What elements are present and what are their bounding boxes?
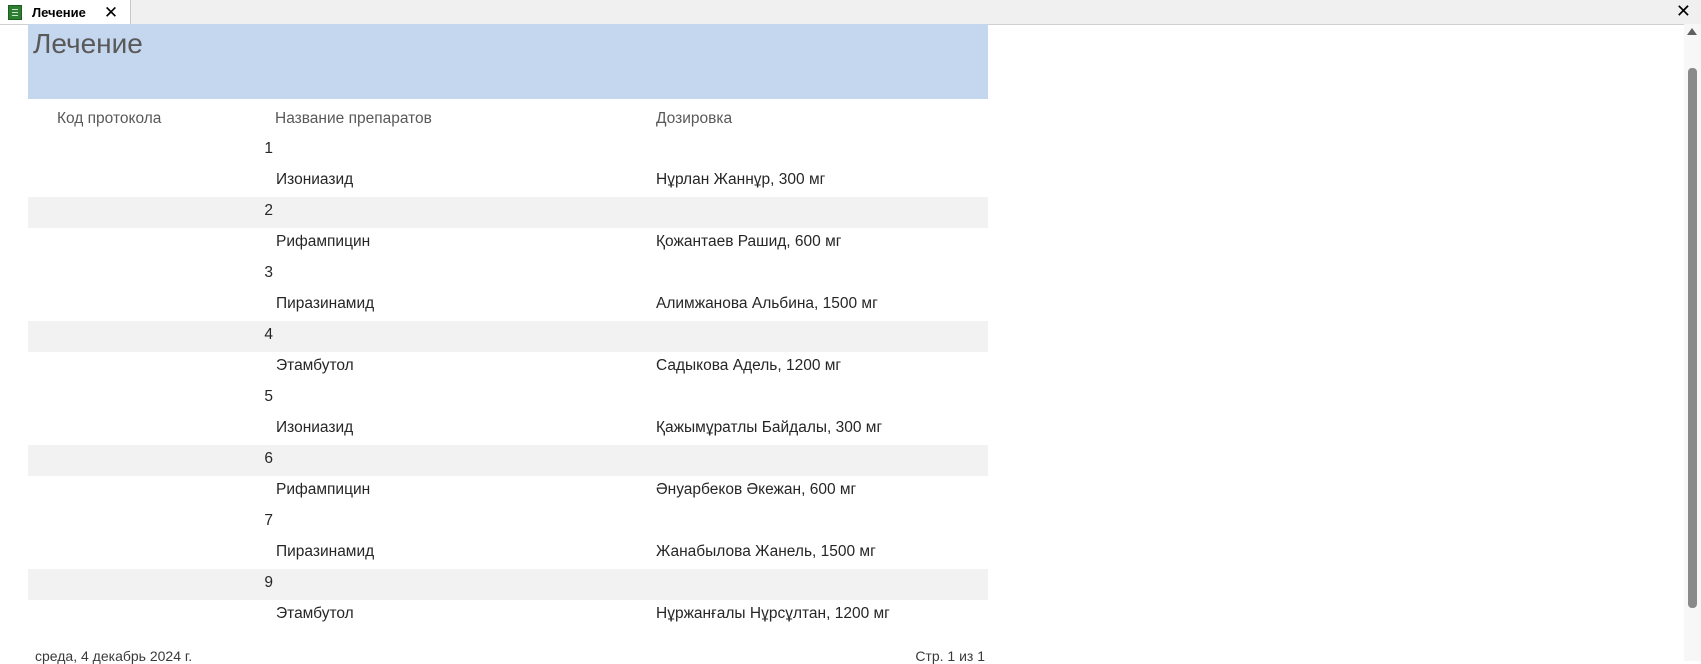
dosage: Қажымұратлы Байдалы, 300 мг [656,419,883,436]
code-band [28,383,988,414]
drug-name: Пиразинамид [276,295,375,312]
dosage: Әнуарбеков Әкежан, 600 мг [656,481,857,498]
arrow-up-icon[interactable] [1687,28,1697,35]
dosage: Қожантаев Рашид, 600 мг [656,233,842,250]
protocol-code: 6 [264,450,273,467]
report-date: среда, 4 декабрь 2024 г. [35,648,193,664]
tab-close-icon[interactable]: ✕ [104,4,118,21]
vertical-scrollbar[interactable] [1684,24,1701,661]
protocol-code: 9 [264,574,273,591]
report-row: 3 Пиразинамид Алимжанова Альбина, 1500 м… [28,259,988,321]
scroll-thumb[interactable] [1688,68,1697,608]
window-close-icon[interactable]: ✕ [1676,1,1691,21]
report-row: 4 Этамбутол Садыкова Адель, 1200 мг [28,321,988,383]
code-band [28,321,988,352]
protocol-code: 2 [264,202,273,219]
code-band [28,445,988,476]
code-band [28,569,988,600]
column-header-drug: Название препаратов [275,110,432,127]
code-band [28,197,988,228]
protocol-code: 3 [264,264,273,281]
report-row: 1 Изониазид Нұрлан Жаннұр, 300 мг [28,135,988,197]
code-band [28,259,988,290]
report-row: 2 Рифампицин Қожантаев Рашид, 600 мг [28,197,988,259]
report: Лечение Код протокола Название препарато… [28,24,988,631]
drug-name: Рифампицин [276,481,371,498]
protocol-code: 7 [264,512,273,529]
report-row: 6 Рифампицин Әнуарбеков Әкежан, 600 мг [28,445,988,507]
dosage: Алимжанова Альбина, 1500 мг [656,295,878,312]
protocol-code: 4 [264,326,273,343]
column-header-dose: Дозировка [656,110,733,127]
tab-bar: Лечение ✕ ✕ [0,0,1701,25]
drug-name: Изониазид [276,419,354,436]
report-row: 5 Изониазид Қажымұратлы Байдалы, 300 мг [28,383,988,445]
report-rows: 1 Изониазид Нұрлан Жаннұр, 300 мг 2 Рифа… [28,135,988,631]
report-header: Лечение [28,24,988,99]
dosage: Садыкова Адель, 1200 мг [656,357,842,374]
code-band [28,507,988,538]
report-row: 7 Пиразинамид Жанабылова Жанель, 1500 мг [28,507,988,569]
drug-name: Этамбутол [276,357,354,374]
tab-lechenie[interactable]: Лечение ✕ [0,0,131,24]
dosage: Нұрлан Жаннұр, 300 мг [656,171,826,188]
dosage: Нұржанғалы Нұрсұлтан, 1200 мг [656,605,890,622]
protocol-code: 5 [264,388,273,405]
column-header-code: Код протокола [57,110,162,127]
drug-name: Изониазид [276,171,354,188]
protocol-code: 1 [264,140,273,157]
report-row: 9 Этамбутол Нұржанғалы Нұрсұлтан, 1200 м… [28,569,988,631]
report-icon [8,4,22,20]
tab-label: Лечение [32,4,86,20]
dosage: Жанабылова Жанель, 1500 мг [656,543,876,560]
drug-name: Рифампицин [276,233,371,250]
drug-name: Этамбутол [276,605,354,622]
drug-name: Пиразинамид [276,543,375,560]
code-band [28,135,988,166]
column-headers: Код протокола Название препаратов Дозиро… [28,99,988,135]
report-title: Лечение [33,28,143,59]
page-number: Стр. 1 из 1 [915,648,985,664]
